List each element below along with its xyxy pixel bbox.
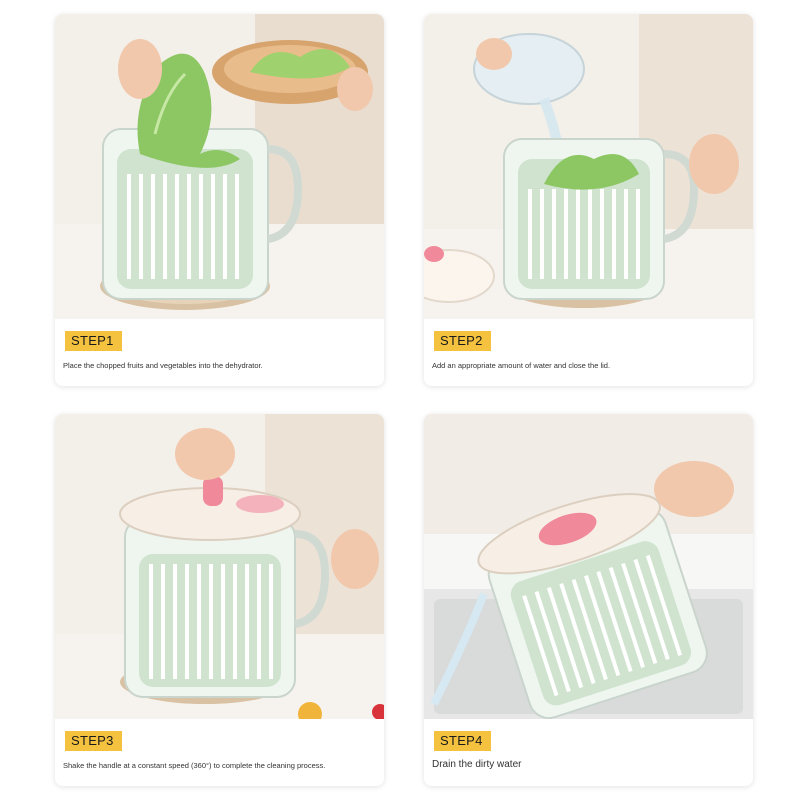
step3-label: STEP3 — [65, 731, 122, 751]
step-card-2: STEP2 Add an appropriate amount of water… — [424, 14, 753, 386]
step3-text: Shake the handle at a constant speed (36… — [63, 761, 326, 770]
step4-label: STEP4 — [434, 731, 491, 751]
step2-photo — [424, 14, 753, 319]
step-card-1: STEP1 Place the chopped fruits and veget… — [55, 14, 384, 386]
step1-label: STEP1 — [65, 331, 122, 351]
step-card-4: STEP4 Drain the dirty water — [424, 414, 753, 786]
step4-text: Drain the dirty water — [432, 759, 522, 770]
step-card-3: STEP3 Shake the handle at a constant spe… — [55, 414, 384, 786]
step1-caption: STEP1 Place the chopped fruits and veget… — [55, 319, 384, 386]
step4-caption: STEP4 Drain the dirty water — [424, 719, 753, 786]
step3-caption: STEP3 Shake the handle at a constant spe… — [55, 719, 384, 786]
step3-photo — [55, 414, 384, 719]
step2-text: Add an appropriate amount of water and c… — [432, 361, 611, 370]
step4-photo — [424, 414, 753, 719]
step2-label: STEP2 — [434, 331, 491, 351]
step1-text: Place the chopped fruits and vegetables … — [63, 361, 263, 370]
step1-photo — [55, 14, 384, 319]
step2-caption: STEP2 Add an appropriate amount of water… — [424, 319, 753, 386]
